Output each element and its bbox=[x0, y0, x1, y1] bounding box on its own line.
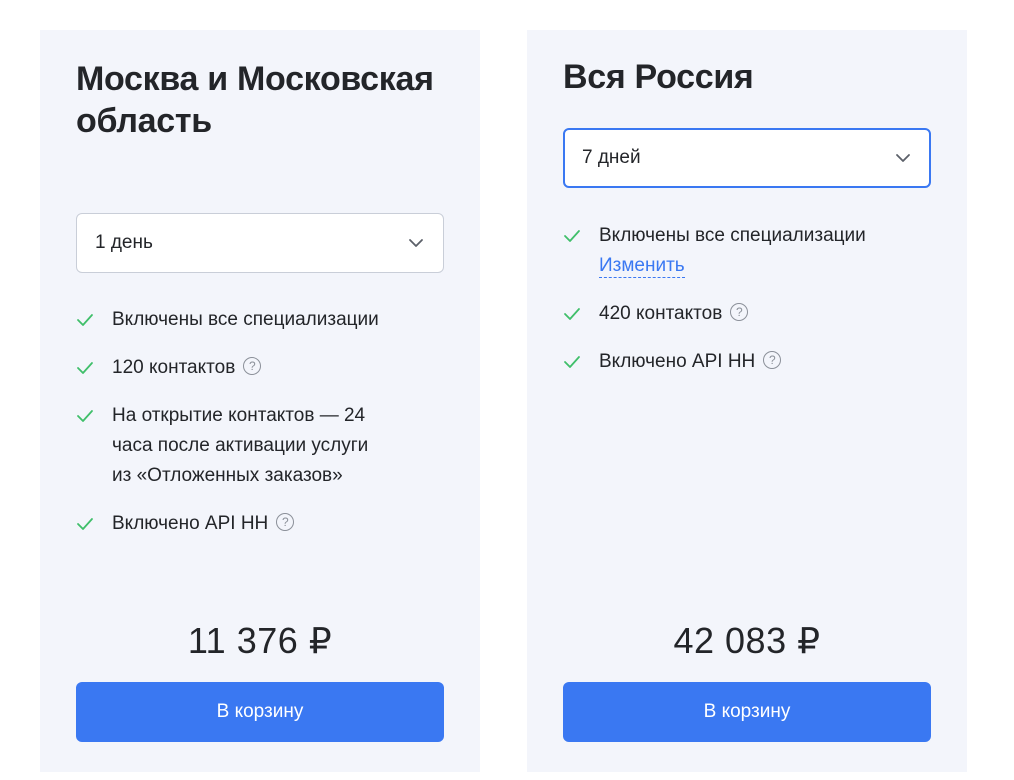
question-icon[interactable]: ? bbox=[730, 302, 749, 321]
feature-text: 120 контактов bbox=[112, 357, 236, 378]
chevron-down-icon bbox=[896, 154, 910, 162]
feature-text: Включены все специализации bbox=[599, 225, 866, 246]
add-to-cart-button[interactable]: В корзину bbox=[563, 682, 931, 742]
plan-card-moscow: Москва и Московская область 1 день Включ… bbox=[40, 30, 480, 772]
feature-list: Включены все специализации 120 контактов… bbox=[76, 305, 440, 557]
feature-item: Включено API HH? bbox=[563, 347, 927, 377]
check-icon bbox=[76, 353, 96, 383]
chevron-down-icon bbox=[409, 239, 423, 247]
feature-text-wrap: Включено API HH? bbox=[112, 509, 295, 539]
plan-title: Москва и Московская область bbox=[76, 60, 434, 140]
plan-price: 42 083 ₽ bbox=[673, 620, 821, 661]
feature-text: На открытие контактов — 24 часа после ак… bbox=[112, 405, 369, 486]
feature-text-wrap: 120 контактов? bbox=[112, 353, 262, 383]
feature-text-wrap: Включено API HH? bbox=[599, 347, 782, 377]
period-select[interactable]: 1 день bbox=[76, 213, 444, 273]
check-icon bbox=[76, 401, 96, 431]
check-icon bbox=[563, 221, 583, 251]
period-select[interactable]: 7 дней bbox=[563, 128, 931, 188]
feature-text: Включены все специализации bbox=[112, 309, 379, 330]
question-icon[interactable]: ? bbox=[763, 350, 782, 369]
change-specializations-link[interactable]: Изменить bbox=[599, 255, 685, 278]
feature-text-wrap: 420 контактов? bbox=[599, 299, 749, 329]
feature-item: Включено API HH? bbox=[76, 509, 440, 539]
add-to-cart-button[interactable]: В корзину bbox=[76, 682, 444, 742]
plan-title: Вся Россия bbox=[563, 58, 754, 96]
period-select-value: 1 день bbox=[95, 232, 153, 253]
feature-text: 420 контактов bbox=[599, 303, 723, 324]
feature-item: На открытие контактов — 24 часа после ак… bbox=[76, 401, 440, 491]
feature-item: Включены все специализации bbox=[76, 305, 440, 335]
feature-item: Включены все специализации Изменить bbox=[563, 221, 927, 281]
check-icon bbox=[563, 347, 583, 377]
question-icon[interactable]: ? bbox=[276, 512, 295, 531]
feature-text: Включено API HH bbox=[599, 351, 756, 372]
question-icon[interactable]: ? bbox=[243, 356, 262, 375]
feature-text: Включено API HH bbox=[112, 513, 269, 534]
plan-card-russia: Вся Россия 7 дней Включены все специализ… bbox=[527, 30, 967, 772]
period-select-value: 7 дней bbox=[582, 147, 641, 168]
check-icon bbox=[563, 299, 583, 329]
feature-item: 120 контактов? bbox=[76, 353, 440, 383]
feature-text-wrap: Включены все специализации Изменить bbox=[599, 221, 866, 281]
check-icon bbox=[76, 509, 96, 539]
feature-list: Включены все специализации Изменить 420 … bbox=[563, 221, 927, 395]
plan-price: 11 376 ₽ bbox=[187, 620, 333, 661]
feature-item: 420 контактов? bbox=[563, 299, 927, 329]
check-icon bbox=[76, 305, 96, 335]
